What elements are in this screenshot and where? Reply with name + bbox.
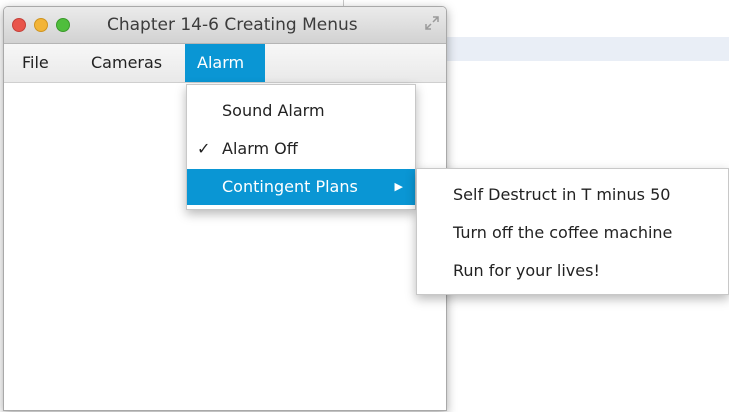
contingent-plans-submenu: Self Destruct in T minus 50 Turn off the… <box>416 168 729 295</box>
menu-item-contingent-plans[interactable]: Contingent Plans ▶ <box>187 169 415 205</box>
menu-item-sound-alarm[interactable]: Sound Alarm <box>187 93 415 129</box>
menu-cameras[interactable]: Cameras <box>91 44 162 82</box>
window-title: Chapter 14-6 Creating Menus <box>107 15 358 35</box>
menu-file[interactable]: File <box>22 44 49 82</box>
menu-item-label: Contingent Plans <box>222 177 358 196</box>
zoom-window-button[interactable] <box>56 18 70 32</box>
menu-item-label: Sound Alarm <box>222 101 325 120</box>
alarm-dropdown-menu: Sound Alarm ✓ Alarm Off Contingent Plans… <box>186 84 416 210</box>
menu-item-coffee-machine[interactable]: Turn off the coffee machine <box>453 215 672 251</box>
checkmark-icon: ✓ <box>197 139 211 158</box>
menu-item-label: Alarm Off <box>222 139 298 158</box>
menu-item-self-destruct[interactable]: Self Destruct in T minus 50 <box>453 177 670 213</box>
menu-item-alarm-off[interactable]: ✓ Alarm Off <box>187 131 415 167</box>
close-window-button[interactable] <box>12 18 26 32</box>
background-highlight-band <box>445 37 729 61</box>
submenu-arrow-icon: ▶ <box>394 180 403 193</box>
minimize-window-button[interactable] <box>34 18 48 32</box>
menu-alarm[interactable]: Alarm <box>185 44 265 82</box>
fullscreen-icon[interactable] <box>424 15 440 31</box>
menu-item-run-for-lives[interactable]: Run for your lives! <box>453 253 600 289</box>
title-bar[interactable]: Chapter 14-6 Creating Menus <box>4 7 446 44</box>
menu-bar: File Cameras Alarm <box>4 44 446 83</box>
